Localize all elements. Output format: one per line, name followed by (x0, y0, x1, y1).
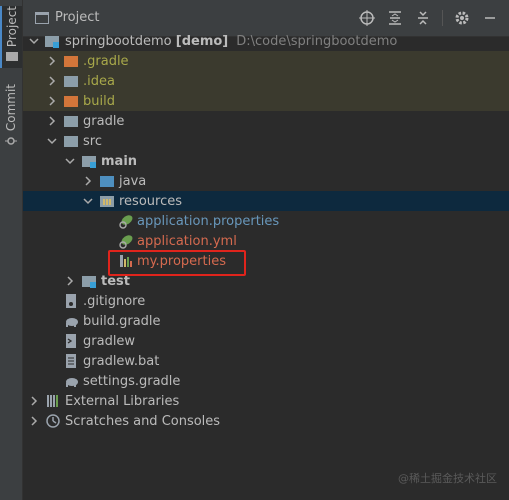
tree-item-label: gradlew (83, 333, 136, 349)
folder-icon (64, 136, 78, 147)
tree-row[interactable]: application.yml (23, 231, 509, 251)
highlight-box (108, 250, 246, 276)
tree-row[interactable]: External Libraries (23, 391, 509, 411)
chevron-right-icon[interactable] (46, 55, 58, 67)
tree-row[interactable]: .idea (23, 71, 509, 91)
tree-item-label: gradlew.bat (83, 353, 160, 369)
project-view-selector[interactable]: Project (35, 10, 99, 25)
tree-item-label: build.gradle (83, 313, 161, 329)
tree-row[interactable]: java (23, 171, 509, 191)
toolbar-divider (442, 10, 443, 26)
tree-item-label: .gitignore (83, 293, 146, 309)
tree-item-label: java (119, 173, 147, 189)
tree-item-label: build (83, 93, 115, 109)
project-tab[interactable]: Project (0, 6, 22, 68)
tree-row[interactable]: .gitignore (23, 291, 509, 311)
spring-leaf-icon (119, 215, 133, 229)
tree-row[interactable]: .gradle (23, 51, 509, 71)
chevron-right-icon[interactable] (28, 415, 40, 427)
locate-icon[interactable] (358, 9, 376, 27)
tree-item-label: src (83, 133, 102, 149)
chevron-right-icon[interactable] (28, 395, 40, 407)
chevron-right-icon[interactable] (46, 95, 58, 107)
expand-all-icon[interactable] (386, 9, 404, 27)
gear-icon[interactable] (453, 9, 471, 27)
text-file-icon (66, 354, 76, 368)
tree-row[interactable]: settings.gradle (23, 371, 509, 391)
gradle-elephant-icon (66, 318, 78, 327)
tree-row[interactable]: src (23, 131, 509, 151)
chevron-right-icon[interactable] (46, 75, 58, 87)
tree-row[interactable]: test (23, 271, 509, 291)
module-folder-icon (45, 36, 59, 48)
tree-item-label: .gradle (83, 53, 129, 69)
chevron-down-icon[interactable] (82, 195, 94, 207)
commit-tab[interactable]: Commit (0, 84, 22, 146)
tree-row[interactable]: gradlew.bat (23, 351, 509, 371)
source-set-folder-icon (82, 276, 96, 288)
tree-row-selected[interactable]: resources (23, 191, 509, 211)
project-tab-label: Project (5, 6, 19, 48)
tree-item-label: main (101, 153, 138, 169)
commit-icon (5, 137, 17, 145)
collapse-all-icon[interactable] (414, 9, 432, 27)
tree-row[interactable]: build.gradle (23, 311, 509, 331)
tree-row[interactable]: main (23, 151, 509, 171)
chevron-right-icon[interactable] (64, 275, 76, 287)
gradle-elephant-icon (66, 378, 78, 387)
folder-icon (64, 116, 78, 127)
folder-icon (64, 76, 78, 87)
tree-item-label: gradle (83, 113, 125, 129)
tree-row[interactable]: my.properties (23, 251, 509, 271)
tree-item-label: External Libraries (65, 393, 180, 409)
tree-item-label: application.yml (137, 233, 237, 249)
tree-row[interactable]: Scratches and Consoles (23, 411, 509, 431)
tree-row[interactable]: gradle (23, 111, 509, 131)
watermark: @稀土掘金技术社区 (398, 472, 497, 485)
tree-row[interactable]: gradlew (23, 331, 509, 351)
chevron-down-icon[interactable] (28, 35, 40, 47)
chevron-down-icon[interactable] (64, 155, 76, 167)
library-icon (47, 395, 58, 407)
source-folder-icon (100, 176, 114, 187)
git-file-icon (66, 294, 76, 308)
commit-tab-label: Commit (4, 84, 18, 132)
excluded-folder-icon (64, 96, 78, 107)
tree-item-label: resources (119, 193, 183, 209)
scratches-icon (46, 414, 60, 428)
folder-icon (6, 52, 18, 62)
header-title: Project (55, 10, 100, 25)
tree-row[interactable]: build (23, 91, 509, 111)
tool-window-strip: Project Commit (0, 0, 23, 500)
chevron-down-icon[interactable] (46, 135, 58, 147)
tree-item-label: settings.gradle (83, 373, 181, 389)
tree-row[interactable]: application.properties (23, 211, 509, 231)
tree-item-label: application.properties (137, 213, 280, 229)
root-path: D:\code\springbootdemo (236, 33, 398, 49)
window-icon (35, 11, 49, 24)
resources-folder-icon (100, 196, 114, 207)
spring-leaf-icon (119, 235, 133, 249)
tree-item-label: .idea (83, 73, 115, 89)
excluded-folder-icon (64, 56, 78, 67)
root-module: [demo] (175, 33, 229, 49)
minimize-icon[interactable] (481, 9, 499, 27)
chevron-right-icon[interactable] (46, 115, 58, 127)
tree-item-label: Scratches and Consoles (65, 413, 221, 429)
script-file-icon (66, 334, 76, 348)
tree-row-root[interactable]: springbootdemo [demo] D:\code\springbootd… (23, 31, 509, 51)
root-label: springbootdemo [demo] D:\code\springbootd… (65, 34, 397, 49)
source-set-folder-icon (82, 156, 96, 168)
root-name: springbootdemo (65, 33, 172, 49)
chevron-right-icon[interactable] (82, 175, 94, 187)
